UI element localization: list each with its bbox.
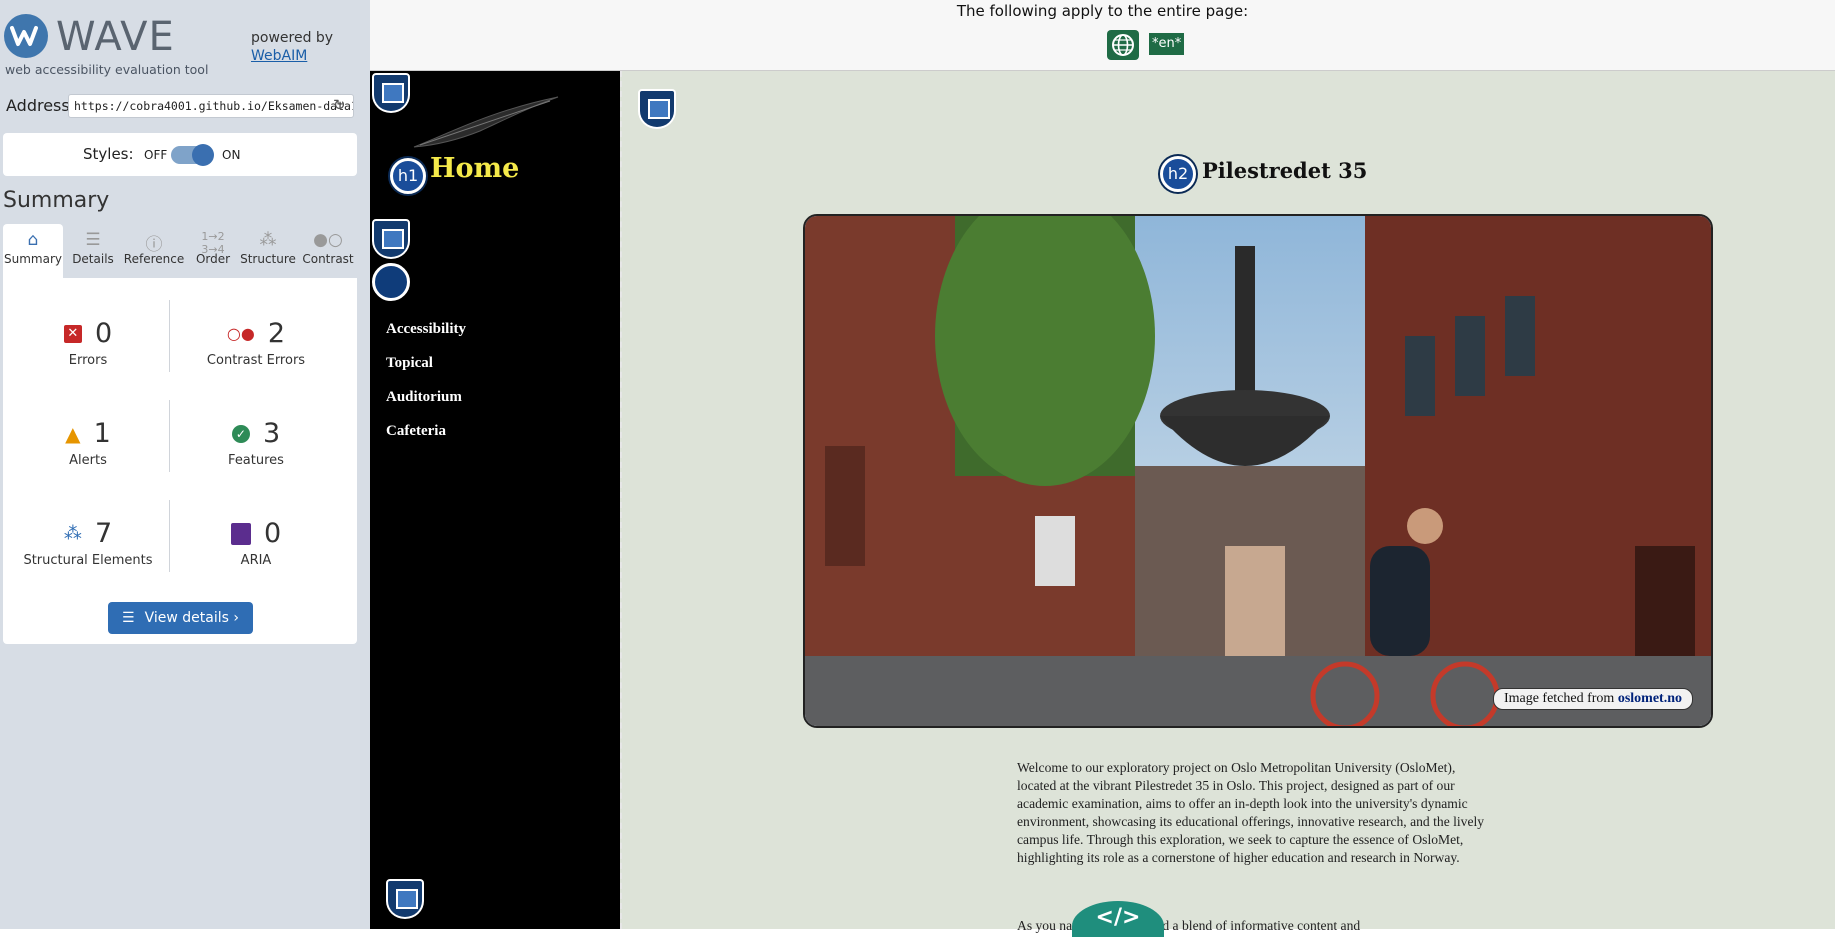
divider [169,500,170,572]
powered-by-label: powered by [251,30,334,46]
errors-label: Errors [68,353,108,368]
aria-icon [230,522,251,545]
contrast-errors-label: Contrast Errors [206,353,306,368]
code-icon[interactable]: </> [1072,901,1164,937]
structural-label: Structural Elements [23,553,153,568]
list-icon: ☰ [85,230,101,250]
site-main: h2 Pilestredet 35 Image fetched from osl… [620,71,1835,937]
tab-label: Details [72,252,114,266]
errors-count: 0 [94,318,113,349]
banner-text: The following apply to the entire page: [956,2,1249,20]
list-feature-icon[interactable] [372,263,410,301]
alerts-count: 1 [93,418,111,449]
address-row: Address: https://cobra4001.github.io/Eks… [0,94,370,120]
feather-logo-icon [413,96,559,148]
language-badge[interactable]: *en* [1149,33,1185,55]
main-landmark-icon[interactable] [638,89,676,129]
tab-structure[interactable]: ⁂ Structure [239,224,297,278]
site-nav: h1 Home Accessibility Topical Auditorium… [370,71,620,929]
home-icon: ⌂ [27,230,39,250]
tab-label: Reference [123,252,185,266]
tab-summary[interactable]: ⌂ Summary [3,224,63,278]
divider [169,300,170,372]
tab-label: Summary [4,252,62,266]
campus-photo: Image fetched from oslomet.no [803,214,1713,728]
view-details-label: View details › [144,610,239,626]
contrast-errors-count: 2 [267,318,286,349]
page-banner: The following apply to the entire page: … [370,0,1835,71]
styles-toggle-card: Styles: OFF ON [3,133,357,176]
tab-label: Contrast [302,252,354,266]
summary-heading: Summary [3,188,110,213]
summary-panel: ✕ 0 Errors ○● 2 Contrast Errors ▲ 1 Aler… [3,278,357,644]
reload-icon[interactable]: ↻ [333,96,351,114]
tab-label: Structure [240,252,296,266]
h2-badge-icon[interactable]: h2 [1160,156,1196,192]
page-heading: Pilestredet 35 [1202,158,1368,183]
wave-tabs: ⌂ Summary ☰ Details ⓘ Reference 1→2 3→4 O… [3,224,357,278]
wave-logo-icon [4,14,48,58]
feature-icon: ✓ [231,424,250,443]
wave-tagline: web accessibility evaluation tool [5,62,209,77]
address-label: Address: [6,96,76,115]
stat-aria[interactable]: 0 ARIA [171,518,341,596]
nav-link-accessibility[interactable]: Accessibility [386,321,466,338]
styles-toggle[interactable] [171,144,214,166]
image-credit: Image fetched from oslomet.no [1492,688,1693,710]
tab-reference[interactable]: ⓘ Reference [121,224,187,278]
alert-icon: ▲ [65,421,81,446]
contrast-error-icon: ○● [226,324,255,343]
nav-link-topical[interactable]: Topical [386,355,433,372]
order-icon: 1→2 3→4 [201,230,225,256]
styles-off-label: OFF [144,148,168,162]
error-icon: ✕ [63,324,82,343]
view-details-button[interactable]: ☰ View details › [108,602,253,634]
globe-icon[interactable] [1107,30,1139,60]
aria-count: 0 [263,518,282,549]
intro-paragraph: Welcome to our exploratory project on Os… [1017,760,1485,865]
stat-structural[interactable]: ⁂ 7 Structural Elements [3,518,173,596]
structure-icon: ⁂ [63,523,82,544]
structure-icon: ⁂ [259,230,277,250]
image-credit-prefix: Image fetched from [1503,691,1618,706]
campus-photo-illustration [805,216,1711,726]
stat-errors[interactable]: ✕ 0 Errors [3,318,173,396]
wave-sidebar: WAVE web accessibility evaluation tool p… [0,0,370,929]
address-input[interactable]: https://cobra4001.github.io/Eksamen-data… [68,94,354,118]
toggle-knob [192,144,214,166]
nav-link-auditorium[interactable]: Auditorium [386,389,462,406]
styles-on-label: ON [222,148,241,162]
stat-alerts[interactable]: ▲ 1 Alerts [3,418,173,496]
list-icon: ☰ [122,610,135,626]
webaim-link[interactable]: WebAIM [251,48,307,64]
features-count: 3 [262,418,281,449]
h1-badge-icon[interactable]: h1 [390,158,426,194]
styles-label: Styles: [83,145,134,163]
page-preview: The following apply to the entire page: … [370,0,1835,937]
powered-by: powered by WebAIM [251,29,333,65]
stat-contrast-errors[interactable]: ○● 2 Contrast Errors [171,318,341,396]
tab-details[interactable]: ☰ Details [65,224,121,278]
aria-label: ARIA [240,553,272,568]
tab-label: Order [195,252,231,266]
nav-landmark-icon[interactable] [372,219,410,259]
footer-landmark-icon[interactable] [386,879,424,919]
header-landmark-icon[interactable] [372,73,410,113]
tab-contrast[interactable]: ●○ Contrast [299,224,357,278]
home-title: Home [430,153,520,184]
alerts-label: Alerts [69,453,107,468]
contrast-icon: ●○ [313,230,343,250]
features-label: Features [228,453,284,468]
image-credit-link[interactable]: oslomet.no [1618,691,1682,706]
tab-order[interactable]: 1→2 3→4 Order [189,224,237,278]
nav-link-cafeteria[interactable]: Cafeteria [386,423,446,440]
structural-count: 7 [94,518,113,549]
divider [169,400,170,472]
info-icon: ⓘ [145,235,163,255]
wave-logo-text: WAVE [56,14,175,60]
stat-features[interactable]: ✓ 3 Features [171,418,341,496]
wave-header: WAVE web accessibility evaluation tool p… [0,0,370,80]
